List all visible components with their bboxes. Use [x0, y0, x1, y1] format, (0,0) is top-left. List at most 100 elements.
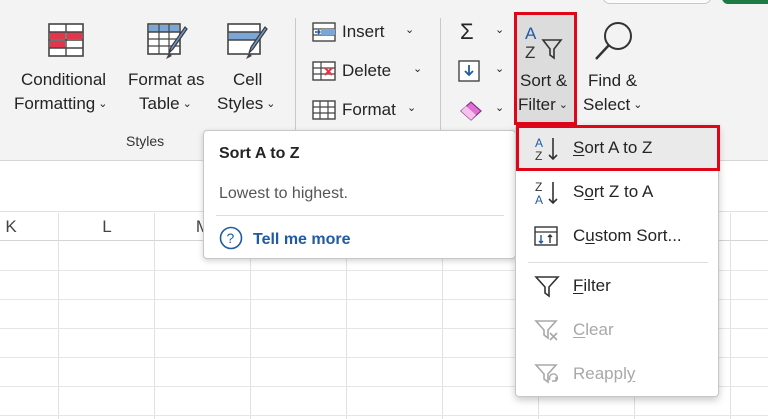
find-select-label-1: Find &	[588, 71, 638, 90]
conditional-formatting-label-2: Formatting ⌄	[14, 92, 107, 118]
search-box-edge[interactable]	[602, 0, 712, 4]
format-as-table-label-1: Format as	[128, 70, 205, 89]
share-button-edge[interactable]	[722, 0, 768, 4]
tooltip-title: Sort A to Z	[219, 145, 300, 162]
menu-item-label-prefix: Reappl	[573, 364, 627, 383]
autosum-button[interactable]: Σ ⌄	[458, 18, 506, 46]
sort-a-z-icon: A Z	[535, 136, 558, 162]
group-divider	[440, 18, 441, 144]
tooltip-description: Lowest to highest.	[219, 185, 348, 202]
menu-item-sort-a-to-z[interactable]: A Z Sort A to Z	[518, 128, 716, 168]
group-divider	[295, 18, 296, 144]
chevron-down-icon: ⌄	[495, 24, 505, 36]
column-header-k[interactable]: K	[0, 213, 22, 241]
chevron-down-icon: ⌄	[98, 98, 108, 110]
format-as-table-label-2-text: Table	[139, 94, 180, 113]
sort-filter-label-2: Filter ⌄	[518, 93, 568, 119]
menu-item-clear: Clear	[518, 310, 716, 350]
menu-item-label: Clear	[573, 310, 614, 350]
svg-text:A: A	[535, 193, 543, 206]
format-as-table-label-2: Table ⌄	[139, 92, 192, 118]
menu-item-label-rest: ort A to Z	[584, 138, 653, 157]
conditional-formatting-button[interactable]: Conditional Formatting ⌄	[14, 18, 116, 122]
clear-filter-icon	[534, 320, 558, 341]
gridline	[730, 213, 731, 419]
fill-button[interactable]: ⌄	[458, 57, 506, 85]
svg-text:Z: Z	[535, 149, 542, 162]
cell-styles-label-2: Styles ⌄	[217, 92, 276, 118]
find-select-button[interactable]: Find & Select ⌄	[580, 12, 648, 125]
menu-item-label: Sort Z to A	[573, 172, 653, 212]
access-key: C	[573, 320, 586, 339]
cell-styles-label-2-text: Styles	[217, 94, 264, 113]
gridline	[154, 213, 155, 419]
insert-button[interactable]: Insert ⌄	[312, 18, 422, 46]
sort-filter-menu: A Z Sort A to Z Z A Sort Z to A CUstom S…	[515, 125, 720, 397]
svg-text:A: A	[535, 136, 543, 150]
menu-item-filter[interactable]: Filter	[518, 266, 716, 306]
gridline	[0, 415, 768, 416]
menu-item-label-prefix: S	[573, 182, 585, 201]
column-header-l[interactable]: L	[59, 213, 155, 241]
access-key: o	[584, 182, 594, 201]
chevron-down-icon: ⌄	[633, 99, 643, 111]
format-button[interactable]: Format ⌄	[312, 96, 422, 124]
access-key: y	[626, 364, 636, 383]
tell-me-more-link[interactable]: Tell me more	[253, 231, 351, 249]
svg-text:Z: Z	[525, 43, 535, 62]
conditional-formatting-label-2-text: Formatting	[14, 94, 96, 113]
access-key: F	[573, 276, 584, 295]
format-cells-icon	[312, 100, 336, 120]
menu-item-reapply: Reapply	[518, 354, 716, 394]
cell-styles-icon	[227, 23, 268, 59]
conditional-formatting-label-1: Conditional	[21, 70, 107, 89]
sigma-icon: Σ	[460, 19, 474, 44]
fill-down-icon	[458, 60, 480, 82]
menu-item-sort-z-to-a[interactable]: Z A Sort Z to A	[518, 172, 716, 212]
chevron-down-icon: ⌄	[558, 99, 568, 111]
sort-filter-icon: A Z	[525, 24, 563, 62]
menu-divider	[528, 262, 708, 263]
find-select-label-2-text: Select	[583, 95, 631, 114]
access-key: U	[585, 226, 595, 245]
menu-item-label-rest: rt Z to A	[593, 182, 654, 201]
format-label: Format	[342, 100, 396, 119]
sort-filter-button[interactable]: A Z Sort & Filter ⌄	[514, 12, 577, 125]
format-as-table-button[interactable]: Format as Table ⌄	[126, 18, 210, 122]
sort-filter-label-1: Sort &	[520, 71, 568, 90]
conditional-formatting-icon	[48, 23, 84, 57]
sort-tooltip: Sort A to Z Lowest to highest. ? Tell me…	[203, 130, 516, 259]
insert-label: Insert	[342, 22, 385, 41]
svg-text:Z: Z	[535, 180, 542, 194]
chevron-down-icon: ⌄	[495, 102, 505, 114]
clear-button[interactable]: ⌄	[458, 96, 506, 124]
sort-z-a-icon: Z A	[535, 180, 558, 206]
tooltip-divider	[216, 215, 504, 216]
menu-item-label: Sort A to Z	[573, 128, 652, 168]
svg-text:?: ?	[227, 230, 235, 246]
magnifier-icon	[595, 22, 632, 60]
svg-text:A: A	[525, 24, 537, 43]
delete-label: Delete	[342, 61, 392, 80]
chevron-down-icon: ⌄	[182, 98, 192, 110]
help-icon[interactable]: ?	[219, 226, 243, 250]
menu-item-label: Reapply	[573, 354, 635, 394]
cell-styles-button[interactable]: Cell Styles ⌄	[214, 18, 284, 122]
chevron-down-icon: ⌄	[413, 63, 423, 75]
custom-sort-icon	[534, 226, 558, 246]
access-key: S	[573, 138, 585, 157]
menu-item-custom-sort[interactable]: CUstom Sort...	[518, 216, 716, 256]
menu-item-label-rest: ilter	[583, 276, 611, 295]
menu-item-label-rest: lear	[585, 320, 614, 339]
cell-styles-label-1: Cell	[233, 70, 263, 89]
gridline	[58, 213, 59, 419]
menu-item-label: CUstom Sort...	[573, 216, 682, 256]
chevron-down-icon: ⌄	[405, 24, 415, 36]
chevron-down-icon: ⌄	[266, 98, 276, 110]
insert-cells-icon	[312, 22, 336, 42]
menu-item-label-prefix: C	[573, 226, 586, 245]
delete-button[interactable]: Delete ⌄	[312, 57, 422, 85]
delete-cells-icon	[312, 61, 336, 81]
chevron-down-icon: ⌄	[407, 102, 417, 114]
menu-item-label-rest: stom Sort...	[594, 226, 682, 245]
